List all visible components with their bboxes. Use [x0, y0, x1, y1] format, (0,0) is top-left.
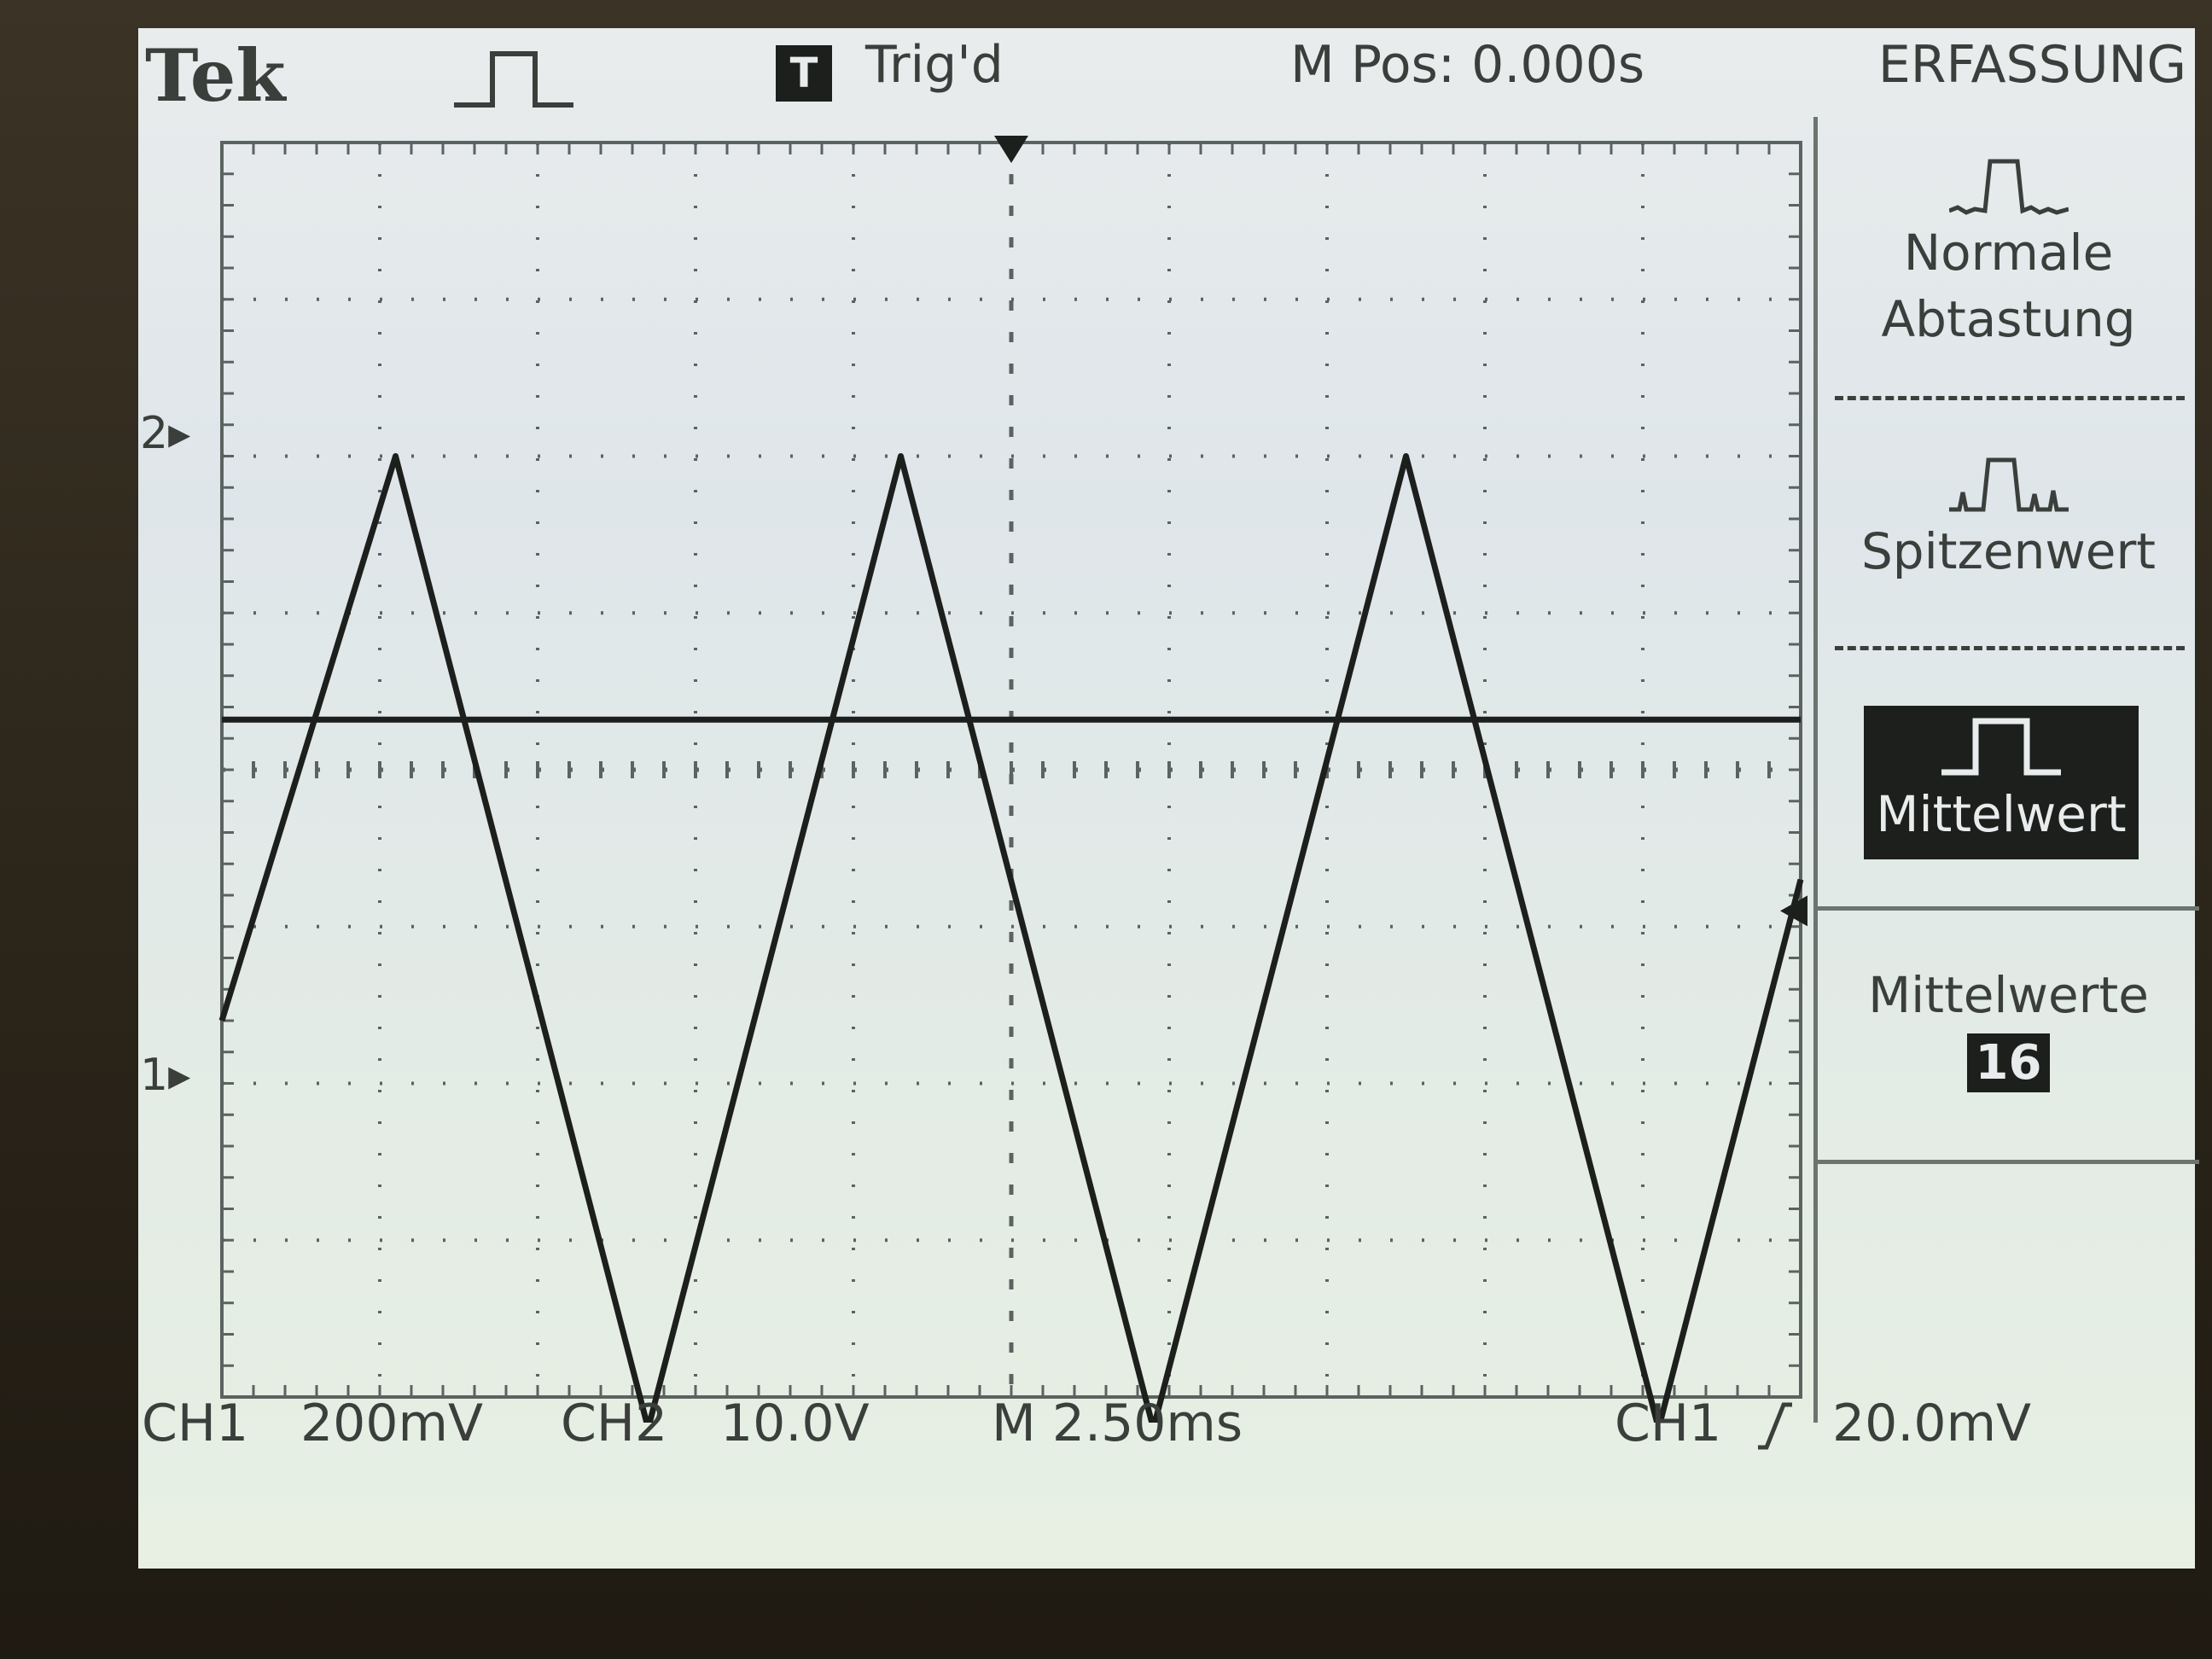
menu-divider: [1818, 1160, 2199, 1164]
menu-item-peak-detect[interactable]: Spitzenwert: [1818, 450, 2199, 585]
ch2-marker-label: 2: [140, 408, 169, 459]
average-pulse-icon: [1941, 718, 2061, 776]
menu-item-normal-sampling[interactable]: Normale Abtastung: [1818, 151, 2199, 352]
brand-logo: Tek: [145, 33, 286, 118]
menu-item-label: Spitzenwert: [1860, 522, 2157, 580]
status-bar: Tek T Trig'd M Pos: 0.000s ERFASSUNG: [138, 28, 2195, 118]
acquire-menu: Normale Abtastung Spitzenwert Mittelwert…: [1813, 117, 2199, 1423]
rising-edge-icon: [1758, 1402, 1792, 1450]
timebase: M 2.50ms: [992, 1394, 1243, 1453]
trigger-badge: T: [776, 45, 832, 102]
ch1-label: CH1: [142, 1394, 249, 1453]
menu-item-label: Mittelwert: [1876, 785, 2127, 843]
menu-divider: [1818, 906, 2199, 911]
menu-divider: [1835, 646, 2185, 650]
ch1-scale: 200mV: [300, 1394, 484, 1453]
menu-item-label: Normale Abtastung: [1881, 224, 2136, 348]
trigger-source: CH1: [1615, 1394, 1722, 1453]
oscilloscope-screen: Tek T Trig'd M Pos: 0.000s ERFASSUNG 2▸ …: [138, 28, 2199, 1569]
menu-divider: [1835, 396, 2185, 400]
ch1-ground-marker: 1▸: [140, 1050, 191, 1101]
ch1-marker-label: 1: [140, 1050, 169, 1101]
menu-item-average[interactable]: Mittelwert: [1864, 706, 2139, 859]
square-pulse-icon: [454, 51, 573, 108]
graticule-plot: [218, 136, 1807, 1423]
horizontal-position: M Pos: 0.000s: [1290, 35, 1645, 95]
averages-label: Mittelwerte: [1868, 966, 2149, 1024]
peak-detect-icon: [1948, 457, 2069, 512]
averages-value: 16: [1966, 1033, 2051, 1092]
waveform-display: [205, 117, 1809, 1423]
menu-title: ERFASSUNG: [1877, 35, 2186, 95]
trigger-position-marker: [994, 136, 1028, 163]
sample-pulse-icon: [1948, 159, 2069, 215]
averages-count-control[interactable]: Mittelwerte 16: [1818, 962, 2199, 1092]
ch2-scale: 10.0V: [720, 1394, 870, 1453]
trigger-status: Trig'd: [865, 35, 1004, 95]
ch2-label: CH2: [561, 1394, 668, 1453]
ch2-ground-marker: 2▸: [140, 408, 191, 459]
